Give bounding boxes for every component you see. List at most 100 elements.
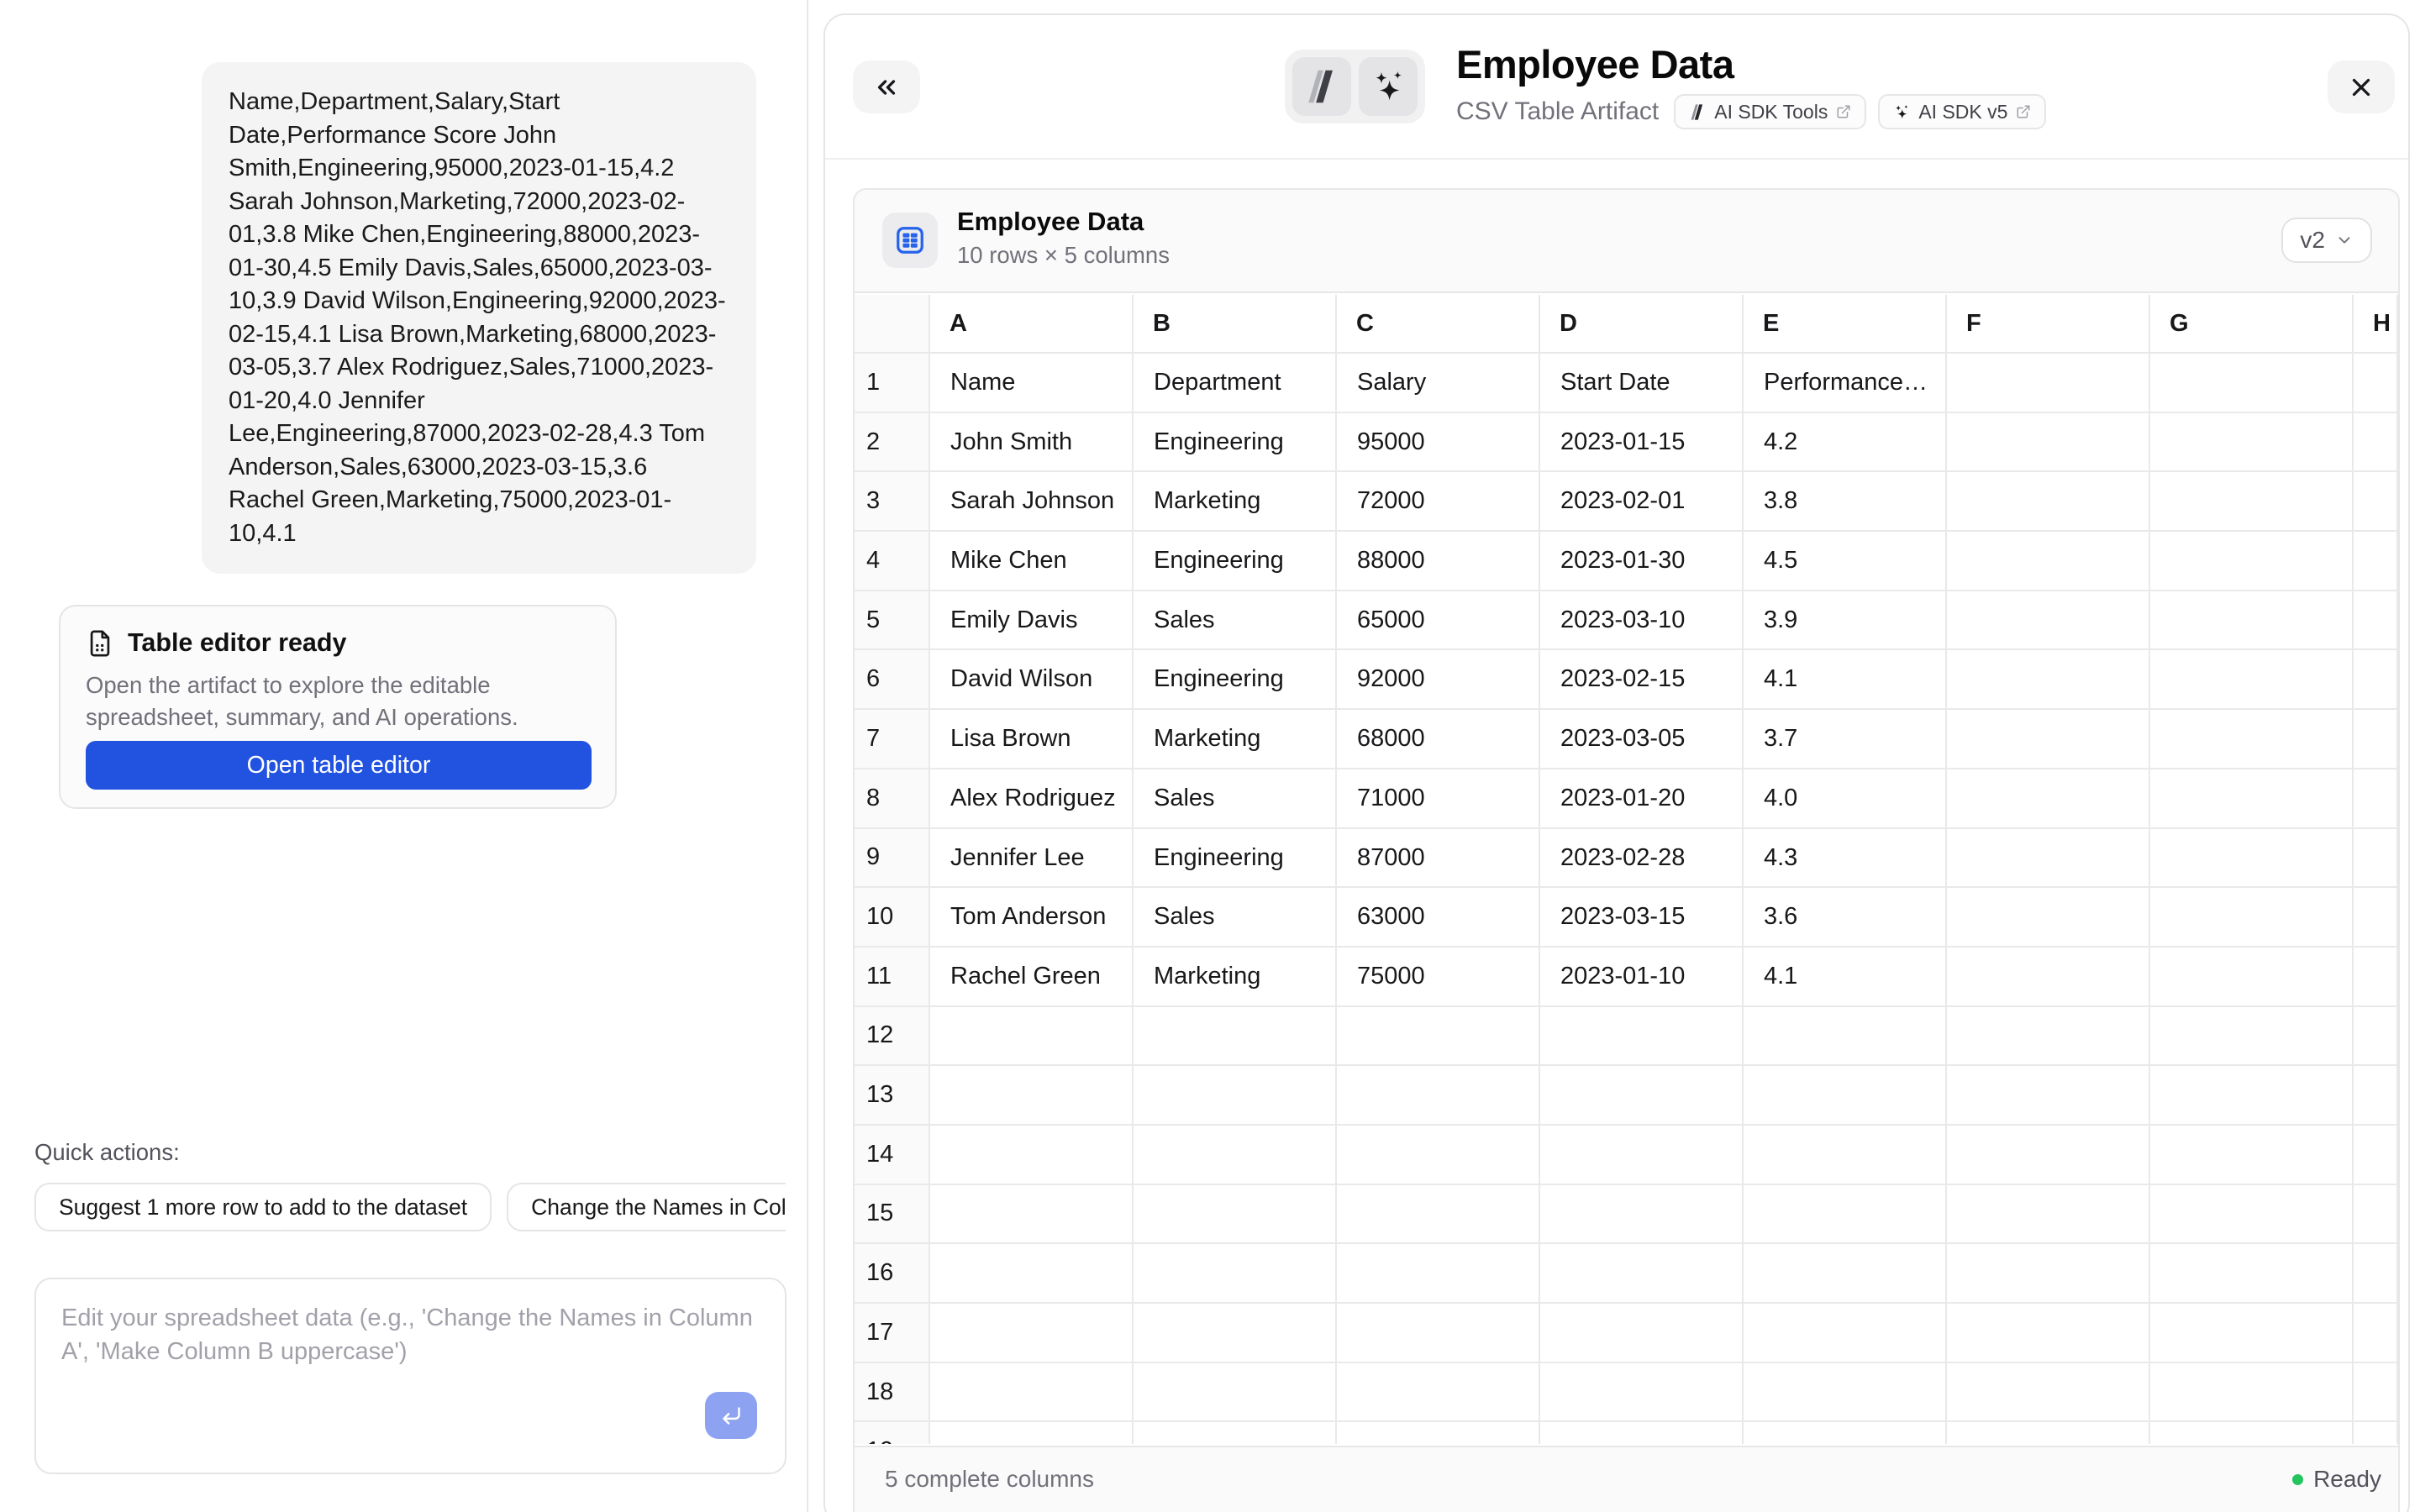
cell-D14[interactable]	[1540, 1126, 1744, 1185]
cell-B6[interactable]: Engineering	[1134, 650, 1337, 710]
column-header-E[interactable]: E	[1744, 295, 1947, 354]
cell-F9[interactable]	[1947, 829, 2150, 889]
row-number-17[interactable]: 17	[855, 1304, 930, 1363]
cell-A18[interactable]	[930, 1363, 1134, 1423]
cell-H2[interactable]	[2354, 413, 2398, 473]
cell-B9[interactable]: Engineering	[1134, 829, 1337, 889]
cell-G4[interactable]	[2150, 532, 2354, 591]
cell-C3[interactable]: 72000	[1337, 472, 1540, 532]
cell-B17[interactable]	[1134, 1304, 1337, 1363]
cell-A4[interactable]: Mike Chen	[930, 532, 1134, 591]
cell-D12[interactable]	[1540, 1007, 1744, 1067]
cell-C4[interactable]: 88000	[1337, 532, 1540, 591]
cell-C7[interactable]: 68000	[1337, 710, 1540, 769]
row-number-19[interactable]: 19	[855, 1422, 930, 1444]
cell-D13[interactable]	[1540, 1066, 1744, 1126]
cell-G8[interactable]	[2150, 769, 2354, 829]
row-number-4[interactable]: 4	[855, 532, 930, 591]
cell-E7[interactable]: 3.7	[1744, 710, 1947, 769]
cell-G6[interactable]	[2150, 650, 2354, 710]
cell-D11[interactable]: 2023-01-10	[1540, 948, 1744, 1007]
chat-input[interactable]	[36, 1279, 785, 1473]
cell-D7[interactable]: 2023-03-05	[1540, 710, 1744, 769]
cell-G7[interactable]	[2150, 710, 2354, 769]
cell-E8[interactable]: 4.0	[1744, 769, 1947, 829]
cell-A5[interactable]: Emily Davis	[930, 591, 1134, 651]
badge-ai-sdk-v5[interactable]: AI SDK v5	[1878, 94, 2046, 129]
column-header-H[interactable]: H	[2354, 295, 2398, 354]
cell-F6[interactable]	[1947, 650, 2150, 710]
cell-A11[interactable]: Rachel Green	[930, 948, 1134, 1007]
cell-H9[interactable]	[2354, 829, 2398, 889]
cell-A13[interactable]	[930, 1066, 1134, 1126]
row-number-9[interactable]: 9	[855, 829, 930, 889]
cell-F16[interactable]	[1947, 1244, 2150, 1304]
row-number-11[interactable]: 11	[855, 948, 930, 1007]
cell-D9[interactable]: 2023-02-28	[1540, 829, 1744, 889]
cell-D8[interactable]: 2023-01-20	[1540, 769, 1744, 829]
cell-G10[interactable]	[2150, 888, 2354, 948]
cell-F17[interactable]	[1947, 1304, 2150, 1363]
cell-E16[interactable]	[1744, 1244, 1947, 1304]
column-header-C[interactable]: C	[1337, 295, 1540, 354]
cell-H16[interactable]	[2354, 1244, 2398, 1304]
cell-G5[interactable]	[2150, 591, 2354, 651]
cell-H14[interactable]	[2354, 1126, 2398, 1185]
cell-H5[interactable]	[2354, 591, 2398, 651]
row-number-7[interactable]: 7	[855, 710, 930, 769]
cell-H17[interactable]	[2354, 1304, 2398, 1363]
cell-G11[interactable]	[2150, 948, 2354, 1007]
cell-A9[interactable]: Jennifer Lee	[930, 829, 1134, 889]
cell-E2[interactable]: 4.2	[1744, 413, 1947, 473]
cell-E12[interactable]	[1744, 1007, 1947, 1067]
cell-H6[interactable]	[2354, 650, 2398, 710]
cell-H15[interactable]	[2354, 1185, 2398, 1245]
cell-G2[interactable]	[2150, 413, 2354, 473]
cell-E19[interactable]	[1744, 1422, 1947, 1444]
cell-G15[interactable]	[2150, 1185, 2354, 1245]
cell-H19[interactable]	[2354, 1422, 2398, 1444]
cell-B18[interactable]	[1134, 1363, 1337, 1423]
cell-B12[interactable]	[1134, 1007, 1337, 1067]
cell-A8[interactable]: Alex Rodriguez	[930, 769, 1134, 829]
cell-H1[interactable]	[2354, 354, 2398, 413]
cell-C5[interactable]: 65000	[1337, 591, 1540, 651]
cell-C8[interactable]: 71000	[1337, 769, 1540, 829]
cell-D5[interactable]: 2023-03-10	[1540, 591, 1744, 651]
cell-B7[interactable]: Marketing	[1134, 710, 1337, 769]
column-header-G[interactable]: G	[2150, 295, 2354, 354]
cell-A16[interactable]	[930, 1244, 1134, 1304]
cell-C2[interactable]: 95000	[1337, 413, 1540, 473]
cell-B1[interactable]: Department	[1134, 354, 1337, 413]
cell-E5[interactable]: 3.9	[1744, 591, 1947, 651]
cell-E10[interactable]: 3.6	[1744, 888, 1947, 948]
grid-corner-cell[interactable]	[855, 295, 930, 354]
cell-D19[interactable]	[1540, 1422, 1744, 1444]
cell-A12[interactable]	[930, 1007, 1134, 1067]
cell-F18[interactable]	[1947, 1363, 2150, 1423]
row-number-6[interactable]: 6	[855, 650, 930, 710]
cell-H8[interactable]	[2354, 769, 2398, 829]
column-header-A[interactable]: A	[930, 295, 1134, 354]
cell-C16[interactable]	[1337, 1244, 1540, 1304]
cell-H10[interactable]	[2354, 888, 2398, 948]
cell-D4[interactable]: 2023-01-30	[1540, 532, 1744, 591]
row-number-3[interactable]: 3	[855, 472, 930, 532]
cell-E3[interactable]: 3.8	[1744, 472, 1947, 532]
cell-C12[interactable]	[1337, 1007, 1540, 1067]
cell-D18[interactable]	[1540, 1363, 1744, 1423]
cell-E14[interactable]	[1744, 1126, 1947, 1185]
cell-E6[interactable]: 4.1	[1744, 650, 1947, 710]
cell-E1[interactable]: Performance Score	[1744, 354, 1947, 413]
cell-F10[interactable]	[1947, 888, 2150, 948]
cell-C11[interactable]: 75000	[1337, 948, 1540, 1007]
row-number-13[interactable]: 13	[855, 1066, 930, 1126]
cell-B4[interactable]: Engineering	[1134, 532, 1337, 591]
cell-D17[interactable]	[1540, 1304, 1744, 1363]
cell-C14[interactable]	[1337, 1126, 1540, 1185]
cell-H4[interactable]	[2354, 532, 2398, 591]
cell-C6[interactable]: 92000	[1337, 650, 1540, 710]
cell-G14[interactable]	[2150, 1126, 2354, 1185]
cell-B5[interactable]: Sales	[1134, 591, 1337, 651]
collapse-panel-button[interactable]	[853, 60, 920, 113]
